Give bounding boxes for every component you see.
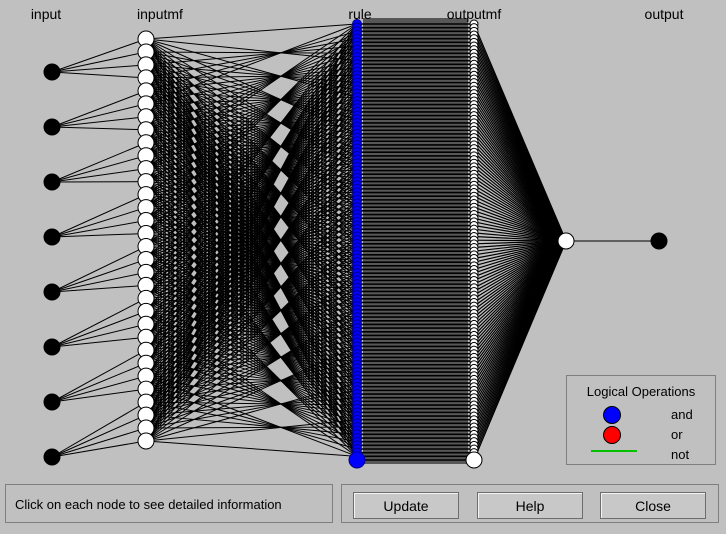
column-label-outputmf: outputmf <box>447 6 502 22</box>
input-mf-edge <box>51 414 147 458</box>
rule-connection-band <box>363 18 468 464</box>
input-node[interactable] <box>43 63 61 81</box>
legend-item-not: not <box>567 444 715 464</box>
input-mf-edge <box>51 194 147 238</box>
input-mf-edge <box>51 64 147 73</box>
green-line-icon <box>591 450 637 452</box>
input-mf-edge <box>51 297 147 348</box>
legend-label-not: not <box>671 447 690 462</box>
input-node[interactable] <box>43 338 61 356</box>
input-mf-edge <box>51 388 147 403</box>
legend-item-and: and <box>567 404 715 424</box>
rule-node[interactable] <box>348 451 366 469</box>
close-button[interactable]: Close <box>600 492 706 519</box>
column-label-rule: rule <box>348 6 372 22</box>
update-button[interactable]: Update <box>353 492 459 519</box>
column-label-inputmf: inputmf <box>137 6 183 22</box>
status-panel: Click on each node to see detailed infor… <box>5 484 333 523</box>
legend-item-or: or <box>567 424 715 444</box>
input-mf-edge <box>51 126 147 131</box>
input-mf-node[interactable] <box>137 432 155 450</box>
input-node[interactable] <box>43 448 61 466</box>
logical-operations-legend: Logical Operations and or not <box>566 375 716 465</box>
input-mf-edge <box>51 103 147 128</box>
mf-rule-edge <box>145 440 358 457</box>
legend-label-or: or <box>671 427 683 442</box>
column-label-output: output <box>645 6 684 22</box>
input-mf-edge <box>51 71 147 79</box>
input-mf-edge <box>51 168 147 183</box>
input-mf-edge <box>51 142 147 183</box>
legend-title: Logical Operations <box>586 384 696 399</box>
mf-rule-edge <box>145 23 358 40</box>
red-circle-icon <box>603 426 621 444</box>
input-node[interactable] <box>43 393 61 411</box>
help-button[interactable]: Help <box>477 492 583 519</box>
input-node[interactable] <box>43 173 61 191</box>
input-mf-edge <box>51 362 147 403</box>
input-node[interactable] <box>43 118 61 136</box>
button-panel: Update Help Close <box>341 484 719 523</box>
column-label-input: input <box>31 6 61 22</box>
aggregate-node[interactable] <box>557 232 575 250</box>
legend-label-and: and <box>671 407 693 422</box>
input-mf-edge <box>51 155 147 183</box>
output-node[interactable] <box>650 232 668 250</box>
input-node[interactable] <box>43 283 61 301</box>
input-mf-edge <box>51 349 147 403</box>
input-mf-edge <box>51 38 147 73</box>
status-text: Click on each node to see detailed infor… <box>15 497 282 512</box>
input-mf-edge <box>51 375 147 403</box>
input-mf-edge <box>51 207 147 238</box>
output-mf-node[interactable] <box>465 451 483 469</box>
input-node[interactable] <box>43 228 61 246</box>
input-mf-edge <box>51 246 147 293</box>
input-mf-edge <box>51 323 147 348</box>
blue-circle-icon <box>603 406 621 424</box>
input-mf-edge <box>51 427 147 458</box>
